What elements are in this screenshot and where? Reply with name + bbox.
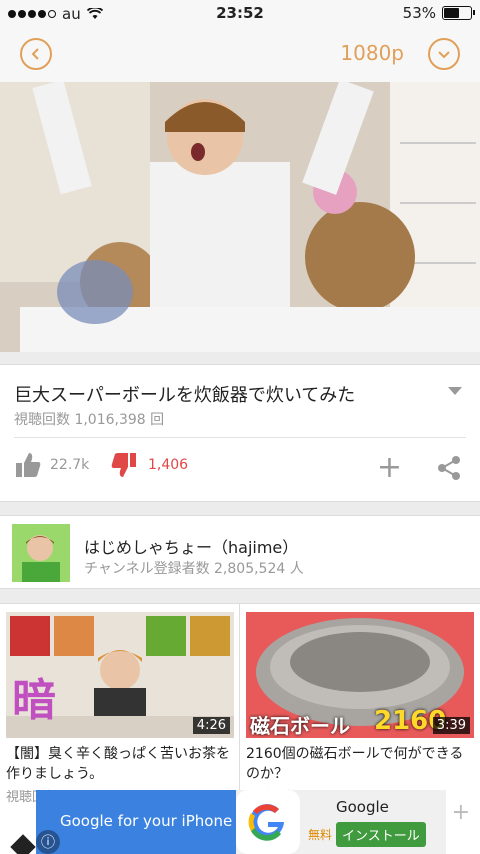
divider <box>14 437 466 438</box>
like-button[interactable]: 22.7k <box>14 451 89 479</box>
info-icon[interactable]: ⓘ <box>36 830 60 854</box>
video-info-card: 巨大スーパーボールを炊飯器で炊いてみた 視聴回数 1,016,398 回 22.… <box>0 364 480 502</box>
ad-left-panel: Google for your iPhone <box>36 790 236 854</box>
action-row: 22.7k 1,406 + <box>14 451 466 487</box>
share-icon[interactable] <box>436 455 462 485</box>
install-button[interactable]: インストール <box>336 822 426 847</box>
dislike-count: 1,406 <box>148 457 189 473</box>
related-video-title[interactable]: 【闇】臭く辛く酸っぱく苦いお茶を作りましょう。 <box>6 744 234 784</box>
channel-name[interactable]: はじめしゃちょー（hajime） <box>84 534 298 558</box>
expand-description-icon[interactable] <box>448 387 462 395</box>
battery-percent: 53% <box>402 4 436 22</box>
status-right: 53% <box>402 4 475 22</box>
video-duration: 3:39 <box>432 717 470 734</box>
status-bar: au 23:52 53% <box>0 0 480 28</box>
add-to-playlist-icon[interactable]: + <box>377 453 402 483</box>
video-title: 巨大スーパーボールを炊飯器で炊いてみた <box>14 385 356 406</box>
thumbnail-overlay-text: 磁石ボール <box>250 714 350 738</box>
chevron-left-icon[interactable] <box>20 38 52 70</box>
avatar[interactable] <box>12 524 70 582</box>
subscriber-count: チャンネル登録者数 2,805,524 人 <box>84 561 304 577</box>
video-player[interactable] <box>0 82 480 352</box>
ad-app-name: Google <box>336 798 389 816</box>
related-video-title[interactable]: 2160個の磁石ボールで何ができるのか？ <box>246 744 474 784</box>
dislike-button[interactable]: 1,406 <box>110 451 188 479</box>
video-frame <box>0 82 480 352</box>
video-thumbnail[interactable]: 暗 黒 4:26 <box>6 612 234 738</box>
player-header: 1080p <box>0 28 480 82</box>
like-count: 22.7k <box>50 457 90 473</box>
video-thumbnail[interactable]: 磁石ボール 2160 3:39 <box>246 612 474 738</box>
ad-headline: Google for your iPhone <box>60 812 233 830</box>
channel-row[interactable]: はじめしゃちょー（hajime） チャンネル登録者数 2,805,524 人 <box>0 515 480 589</box>
google-logo-icon <box>236 790 300 854</box>
video-duration: 4:26 <box>192 717 230 734</box>
add-icon[interactable]: + <box>452 800 470 825</box>
quality-selector[interactable]: 1080p <box>340 41 404 65</box>
ad-banner[interactable]: Google for your iPhone Google 無料 インストール <box>36 790 446 854</box>
battery-icon <box>442 6 475 20</box>
thumbs-down-icon <box>111 453 136 477</box>
ad-price: 無料 <box>308 828 333 842</box>
chevron-down-icon[interactable] <box>428 38 460 70</box>
thumbs-up-icon <box>16 453 41 477</box>
view-count: 視聴回数 1,016,398 回 <box>14 412 165 428</box>
